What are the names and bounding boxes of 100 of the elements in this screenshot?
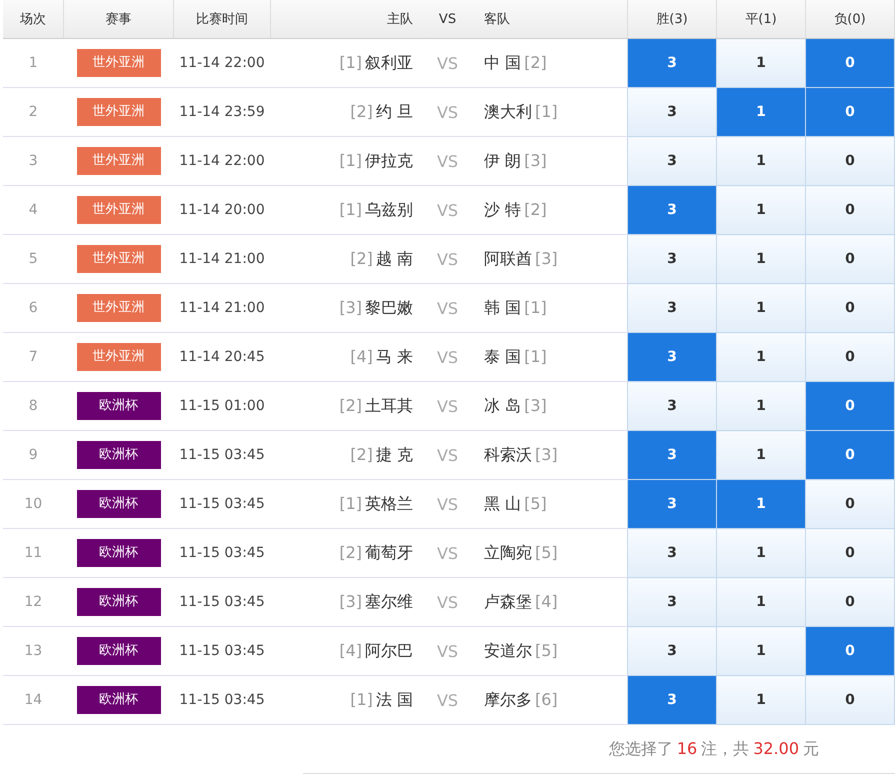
match-number: 5 (28, 251, 38, 267)
odds-option[interactable]: 3 (628, 332, 716, 382)
odds-option[interactable]: 0 (806, 626, 894, 676)
team-rank: [1] (535, 102, 558, 120)
away-team: 伊 朗 (484, 150, 522, 170)
odds-option[interactable]: 0 (806, 284, 894, 332)
odds-option[interactable]: 3 (628, 284, 716, 332)
odds-option[interactable]: 3 (628, 528, 716, 578)
odds-option[interactable]: 0 (806, 332, 894, 382)
column-header: 赛事 (106, 12, 132, 27)
match-number: 7 (28, 349, 38, 365)
team-rank: [2] (350, 444, 373, 464)
match-time: 11-14 20:45 (179, 349, 265, 365)
odds-option[interactable]: 0 (806, 382, 894, 430)
odds-option[interactable]: 1 (716, 430, 806, 480)
match-time: 11-14 22:00 (179, 153, 265, 169)
team-rank: [5] (524, 494, 547, 512)
home-team: 黎巴嫩 (365, 298, 413, 316)
odds-option[interactable]: 1 (716, 234, 806, 284)
team-rank: [3] (524, 150, 547, 170)
vs-label: VS (436, 152, 458, 170)
home-team: 土耳其 (365, 396, 413, 414)
column-header: 比赛时间 (196, 12, 248, 27)
odds-option[interactable]: 1 (716, 284, 806, 332)
home-team: 塞尔维 (365, 592, 413, 610)
vs-label: VS (436, 298, 458, 318)
team-rank: [2] (339, 542, 362, 562)
odds-option[interactable]: 3 (628, 578, 716, 626)
odds-option[interactable]: 3 (628, 382, 716, 430)
odds-option[interactable]: 3 (628, 480, 716, 528)
vs-label: VS (436, 200, 458, 220)
odds-option[interactable]: 3 (628, 38, 716, 88)
match-time: 11-14 22:00 (179, 55, 265, 71)
odds-option[interactable]: 1 (716, 38, 806, 88)
away-team: 冰 岛 (484, 396, 522, 414)
home-team: 乌兹别 (365, 200, 413, 218)
odds-option[interactable]: 1 (716, 676, 806, 724)
odds-option[interactable]: 3 (628, 430, 716, 480)
league-tag: 世外亚洲 (76, 98, 160, 126)
team-rank: [5] (535, 542, 558, 562)
match-number: 14 (24, 692, 42, 708)
home-team: 叙利亚 (365, 52, 413, 72)
odds-option[interactable]: 1 (716, 578, 806, 626)
odds-option[interactable]: 0 (806, 38, 894, 88)
odds-option[interactable]: 0 (806, 136, 894, 186)
odds-option[interactable]: 1 (716, 480, 806, 528)
odds-option[interactable]: 0 (806, 186, 894, 234)
odds-option[interactable]: 3 (628, 186, 716, 234)
away-team: 摩尔多 (484, 690, 532, 708)
odds-option[interactable]: 0 (806, 578, 894, 626)
league-tag: 欧洲杯 (76, 539, 160, 567)
team-rank: [3] (524, 396, 547, 414)
odds-option[interactable]: 0 (806, 88, 894, 136)
match-time: 11-15 03:45 (179, 692, 265, 708)
odds-option[interactable]: 0 (806, 528, 894, 578)
match-number: 12 (24, 594, 42, 610)
away-team: 沙 特 (484, 200, 522, 218)
home-team: 约 旦 (376, 102, 413, 120)
home-team: 越 南 (376, 248, 413, 268)
team-rank: [1] (350, 690, 373, 708)
match-number: 13 (24, 643, 42, 659)
vs-label: VS (436, 690, 458, 710)
odds-option[interactable]: 3 (628, 626, 716, 676)
league-tag: 欧洲杯 (76, 392, 160, 420)
away-team: 黑 山 (484, 494, 522, 512)
team-rank: [3] (535, 444, 558, 464)
odds-option[interactable]: 0 (806, 234, 894, 284)
league-tag: 世外亚洲 (76, 294, 160, 322)
odds-option[interactable]: 1 (716, 528, 806, 578)
summary-text: 注，共 (701, 738, 750, 760)
odds-option[interactable]: 3 (628, 88, 716, 136)
match-number: 11 (24, 545, 42, 561)
match-time: 11-15 01:00 (179, 398, 265, 414)
vs-label: VS (436, 642, 458, 660)
odds-option[interactable]: 1 (716, 332, 806, 382)
home-team: 伊拉克 (365, 150, 413, 170)
odds-option[interactable]: 1 (716, 626, 806, 676)
team-rank: [1] (524, 346, 547, 366)
home-team: 英格兰 (365, 494, 413, 512)
away-team: 安道尔 (484, 640, 532, 660)
odds-option[interactable]: 1 (716, 88, 806, 136)
odds-option[interactable]: 0 (806, 676, 894, 724)
team-rank: [3] (339, 298, 362, 316)
away-team: 澳大利 (484, 102, 532, 120)
odds-option[interactable]: 3 (628, 234, 716, 284)
league-tag: 世外亚洲 (76, 343, 160, 371)
league-tag: 世外亚洲 (76, 147, 160, 175)
odds-option[interactable]: 0 (806, 430, 894, 480)
away-team: 立陶宛 (484, 542, 532, 562)
odds-option[interactable]: 1 (716, 382, 806, 430)
odds-option[interactable]: 3 (628, 676, 716, 724)
currency-unit: 元 (803, 738, 819, 760)
column-header: 场次 (20, 12, 46, 27)
odds-option[interactable]: 1 (716, 186, 806, 234)
odds-option[interactable]: 1 (716, 136, 806, 186)
total-amount: 32.00 (753, 738, 799, 758)
match-time: 11-14 21:00 (179, 300, 265, 316)
odds-option[interactable]: 3 (628, 136, 716, 186)
match-number: 6 (28, 300, 38, 316)
odds-option[interactable]: 0 (806, 480, 894, 528)
